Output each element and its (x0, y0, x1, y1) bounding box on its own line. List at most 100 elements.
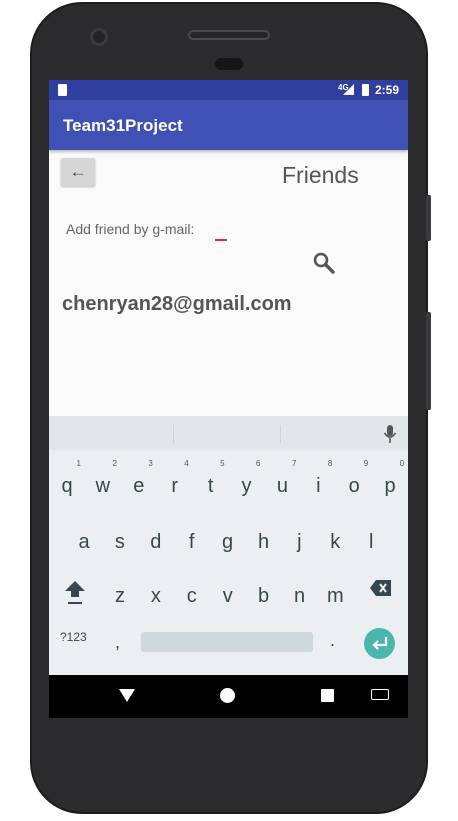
key-g[interactable]: g (210, 524, 246, 560)
key-label: j (297, 531, 302, 553)
key-q[interactable]: q1 (49, 459, 85, 504)
key-number-hint: 8 (327, 459, 333, 468)
key-j[interactable]: j (281, 524, 317, 560)
key-number-hint: 1 (76, 459, 81, 468)
nav-back-icon[interactable] (119, 689, 135, 702)
key-number-hint: 6 (256, 459, 261, 468)
key-u[interactable]: u7 (264, 459, 300, 504)
key-label: l (368, 531, 374, 553)
key-l[interactable]: l (353, 524, 389, 560)
key-label: t (207, 475, 214, 497)
back-button[interactable]: ← (61, 158, 95, 186)
suggestion-bar (49, 416, 408, 450)
proximity-sensor (215, 58, 243, 70)
key-label: s (114, 531, 125, 553)
key-number-hint: 3 (148, 459, 153, 468)
key-c[interactable]: c (174, 578, 210, 614)
gmail-input[interactable] (215, 223, 227, 241)
key-label: y (241, 475, 252, 497)
key-label: h (257, 531, 270, 553)
period-key[interactable]: . (330, 630, 335, 651)
comma-key[interactable]: , (115, 632, 120, 653)
key-label: k (330, 531, 341, 553)
symbols-key[interactable]: ?123 (60, 630, 87, 644)
key-k[interactable]: k (317, 524, 353, 560)
key-b[interactable]: b (246, 578, 282, 614)
key-f[interactable]: f (174, 524, 210, 560)
key-number-hint: 7 (291, 459, 297, 468)
earpiece-speaker (188, 30, 270, 40)
key-o[interactable]: o9 (336, 459, 372, 504)
nav-home-icon[interactable] (220, 688, 235, 703)
key-a[interactable]: a (66, 524, 102, 560)
key-number-hint: 4 (184, 459, 189, 468)
status-time: 2:59 (375, 83, 400, 97)
key-number-hint: 0 (399, 459, 405, 468)
microphone-icon[interactable] (383, 425, 397, 443)
key-i[interactable]: i8 (300, 459, 336, 504)
key-s[interactable]: s (102, 524, 138, 560)
navigation-bar (49, 675, 408, 718)
key-label: d (150, 531, 162, 553)
page-title: Friends (282, 162, 359, 188)
soft-keyboard: q1w2e3r4t5y6u7i8o9p0 asdfghjkl zxcvbnm ?… (49, 416, 408, 675)
friend-email: chenryan28@gmail.com (62, 293, 292, 315)
key-label: b (258, 585, 270, 607)
key-m[interactable]: m (317, 578, 353, 614)
key-label: a (78, 531, 90, 553)
key-number-hint: 2 (112, 459, 117, 468)
key-number-hint: 9 (363, 459, 369, 468)
battery-icon (362, 84, 369, 96)
sim-card-icon (58, 84, 67, 96)
backspace-icon[interactable] (369, 578, 393, 598)
space-key[interactable] (141, 632, 313, 652)
key-label: w (95, 475, 111, 497)
power-button (426, 195, 431, 241)
suggestion-divider (280, 425, 281, 443)
key-t[interactable]: t5 (193, 459, 229, 504)
key-h[interactable]: h (246, 524, 282, 560)
key-v[interactable]: v (210, 578, 246, 614)
key-y[interactable]: y6 (229, 459, 265, 504)
enter-key[interactable] (364, 628, 395, 659)
volume-button (426, 312, 431, 410)
back-arrow-icon: ← (69, 162, 87, 181)
keyboard-switch-icon[interactable] (371, 689, 389, 700)
key-p[interactable]: p0 (372, 459, 408, 504)
key-n[interactable]: n (282, 578, 318, 614)
key-w[interactable]: w2 (85, 459, 121, 504)
signal-icon (343, 84, 354, 95)
status-bar: 4G 2:59 (49, 80, 408, 100)
front-camera (90, 28, 108, 46)
key-d[interactable]: d (138, 524, 174, 560)
key-label: e (133, 475, 145, 497)
shift-icon[interactable] (64, 579, 86, 605)
key-label: v (222, 585, 233, 607)
suggestion-divider (173, 425, 174, 443)
key-label: f (188, 531, 195, 553)
enter-arrow-icon (372, 637, 388, 650)
key-x[interactable]: x (138, 578, 174, 614)
key-label: m (327, 585, 344, 607)
key-label: u (276, 475, 288, 497)
key-label: c (186, 585, 197, 607)
key-label: p (384, 475, 396, 497)
app-bar: Team31Project (49, 100, 408, 150)
key-number-hint: 5 (220, 459, 225, 468)
key-label: g (222, 531, 234, 553)
key-label: i (316, 475, 321, 497)
key-r[interactable]: r4 (157, 459, 193, 504)
screen: 4G 2:59 Team31Project ← Friends Add frie… (49, 80, 408, 718)
key-label: r (171, 475, 179, 497)
key-label: n (293, 585, 306, 607)
key-label: x (150, 585, 161, 607)
key-label: q (61, 475, 73, 497)
search-icon[interactable] (311, 250, 337, 276)
add-friend-label: Add friend by g-mail: (66, 221, 195, 237)
app-title: Team31Project (63, 116, 183, 135)
nav-recents-icon[interactable] (321, 689, 334, 702)
key-e[interactable]: e3 (121, 459, 157, 504)
key-label: o (348, 475, 360, 497)
key-label: z (115, 585, 125, 607)
key-z[interactable]: z (102, 578, 138, 614)
